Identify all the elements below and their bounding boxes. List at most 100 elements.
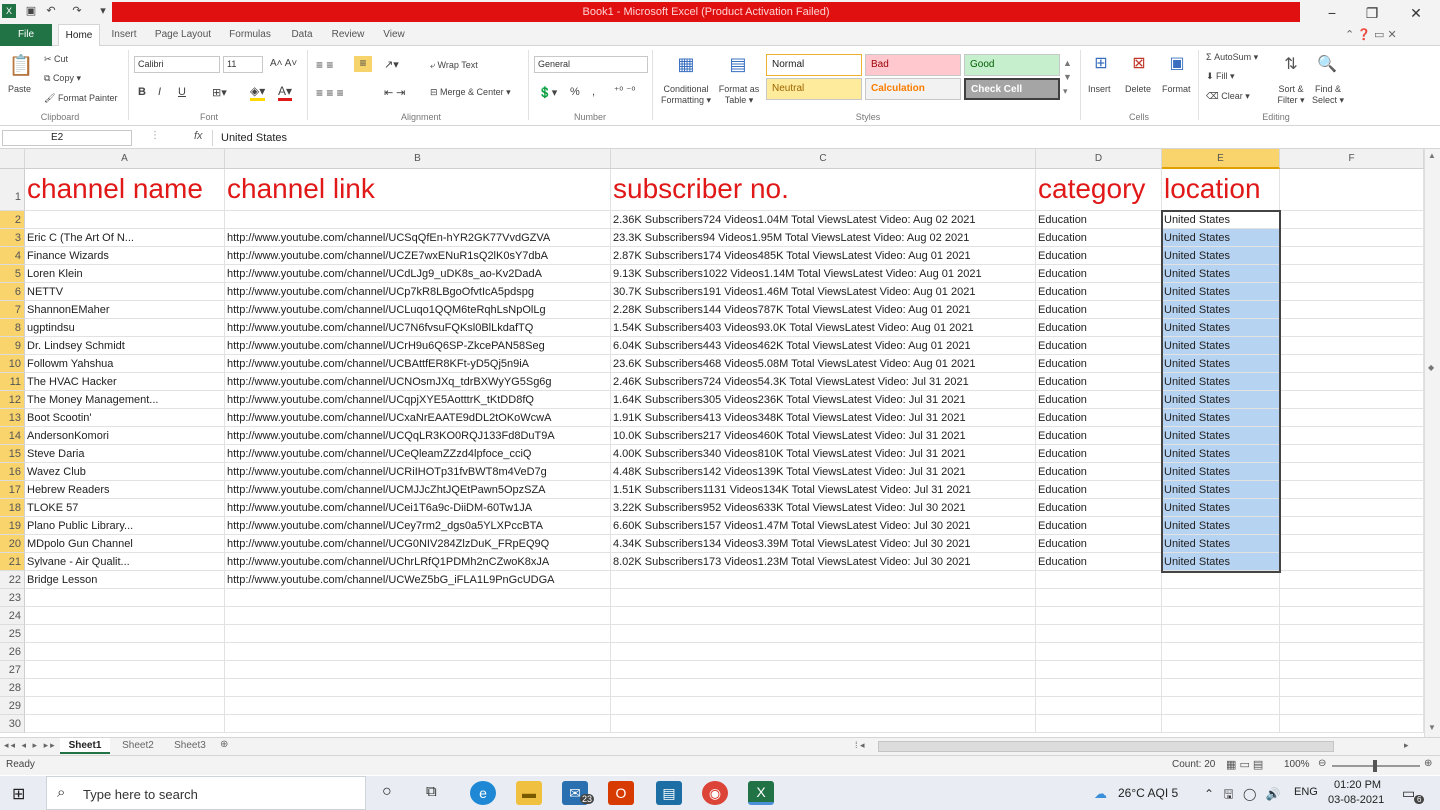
cell-c[interactable] [611,571,1036,589]
cell-a[interactable]: AndersonKomori [25,427,225,445]
conditional-formatting-button[interactable]: Conditional Formatting ▾ [658,84,714,106]
grid-cell[interactable] [1280,607,1424,625]
formula-input[interactable]: United States [212,130,1438,146]
grid-cell[interactable] [1280,247,1424,265]
cell-d[interactable]: Education [1036,499,1162,517]
cell-c[interactable]: 2.28K Subscribers144 Videos787K Total Vi… [611,301,1036,319]
cell-c[interactable]: 4.48K Subscribers142 Videos139K Total Vi… [611,463,1036,481]
header-location[interactable]: location [1162,169,1280,211]
cell-e[interactable]: United States [1162,445,1280,463]
cell-d[interactable]: Education [1036,319,1162,337]
task-view-icon[interactable]: ⧉ [426,783,437,800]
grid-cell[interactable] [1036,589,1162,607]
cell-e[interactable]: United States [1162,247,1280,265]
styles-scroll-icons[interactable]: ▲ ▼ ▾ [1063,56,1072,98]
cell-e[interactable]: United States [1162,211,1280,229]
cell-e[interactable]: United States [1162,499,1280,517]
restore-button[interactable]: ❐ [1354,2,1390,24]
scroll-up-icon[interactable]: ▲ [1428,151,1436,160]
grid-cell[interactable] [611,697,1036,715]
row-header[interactable]: 7 [0,301,25,319]
row-header[interactable]: 27 [0,661,25,679]
fill-color-icon[interactable]: ◈▾ [250,84,266,101]
grid-cell[interactable] [1280,553,1424,571]
grid-cell[interactable] [225,625,611,643]
row-header[interactable]: 26 [0,643,25,661]
borders-icon[interactable]: ⊞▾ [212,86,227,99]
cell-e[interactable]: United States [1162,535,1280,553]
grid-cell[interactable] [611,679,1036,697]
cell-c[interactable]: 6.04K Subscribers443 Videos462K Total Vi… [611,337,1036,355]
row-header[interactable]: 11 [0,373,25,391]
cell-b[interactable]: http://www.youtube.com/channel/UCQqLR3KO… [225,427,611,445]
hscroll-split-icon[interactable]: ⁞ ◂ [855,740,865,751]
cell-c[interactable]: 3.22K Subscribers952 Videos633K Total Vi… [611,499,1036,517]
file-explorer-icon[interactable]: ▬ [516,781,542,805]
cell-a[interactable]: Eric C (The Art Of N... [25,229,225,247]
grid-cell[interactable] [1162,607,1280,625]
horizontal-align-icons[interactable]: ≡ ≡ ≡ [316,86,344,100]
edge-icon[interactable]: e [470,781,496,805]
name-box[interactable]: E2 [2,130,132,146]
header-category[interactable]: category [1036,169,1162,211]
grid-cell[interactable] [1280,355,1424,373]
grid-cell[interactable] [1036,661,1162,679]
cell-b[interactable]: http://www.youtube.com/channel/UCRiIHOTp… [225,463,611,481]
cell-a[interactable]: ShannonEMaher [25,301,225,319]
orientation-icon[interactable]: ↗▾ [384,58,399,71]
grid-cell[interactable] [611,625,1036,643]
cell-a[interactable]: Bridge Lesson [25,571,225,589]
grid-cell[interactable] [225,589,611,607]
cell-e[interactable]: United States [1162,355,1280,373]
find-select-button[interactable]: Find & Select ▾ [1310,84,1346,106]
insert-function-icon[interactable]: fx [194,130,203,142]
cell-d[interactable]: Education [1036,535,1162,553]
grid-cell[interactable] [1280,445,1424,463]
grid-cell[interactable] [1280,517,1424,535]
cell-b[interactable]: http://www.youtube.com/channel/UCei1T6a9… [225,499,611,517]
cell-c[interactable]: 9.13K Subscribers1022 Videos1.14M Total … [611,265,1036,283]
cell-c[interactable]: 8.02K Subscribers173 Videos1.23M Total V… [611,553,1036,571]
clear-button[interactable]: ⌫ Clear ▾ [1206,91,1250,102]
grid-cell[interactable] [1162,679,1280,697]
vertical-align-icons[interactable]: ≡ ≡ [316,58,333,72]
cell-c[interactable]: 10.0K Subscribers217 Videos460K Total Vi… [611,427,1036,445]
column-header-d[interactable]: D [1036,149,1162,169]
cell-c[interactable]: 23.6K Subscribers468 Videos5.08M Total V… [611,355,1036,373]
format-cells-button[interactable]: Format [1162,84,1191,94]
grid-cell[interactable] [1280,391,1424,409]
cell-e[interactable]: United States [1162,229,1280,247]
cell-b[interactable]: http://www.youtube.com/channel/UCNOsmJXq… [225,373,611,391]
view-mode-icons[interactable]: ▦ ▭ ▤ [1226,758,1263,771]
grid-cell[interactable] [1036,697,1162,715]
cell-e[interactable]: United States [1162,409,1280,427]
align-bottom-icon[interactable]: ≡ [354,56,372,72]
row-header[interactable]: 3 [0,229,25,247]
copy-button[interactable]: ⧉ Copy ▾ [44,73,81,84]
row-header[interactable]: 5 [0,265,25,283]
cortana-icon[interactable]: ○ [382,783,392,801]
cell-d[interactable]: Education [1036,409,1162,427]
new-sheet-icon[interactable]: ⊕ [220,739,228,750]
cell-d[interactable]: Education [1036,463,1162,481]
cell-a[interactable]: Boot Scootin' [25,409,225,427]
cell-b[interactable]: http://www.youtube.com/channel/UCLuqo1QQ… [225,301,611,319]
cell-e[interactable]: United States [1162,463,1280,481]
row-header[interactable]: 10 [0,355,25,373]
format-as-table-button[interactable]: Format as Table ▾ [716,84,762,106]
style-calculation[interactable]: Calculation [865,78,961,100]
cell-b[interactable]: http://www.youtube.com/channel/UCG0NIV28… [225,535,611,553]
row-header[interactable]: 9 [0,337,25,355]
cell-d[interactable]: Education [1036,265,1162,283]
clock-time[interactable]: 01:20 PM [1334,779,1381,791]
paste-button[interactable]: Paste [8,84,31,94]
grid-cell[interactable] [225,715,611,733]
cell-d[interactable]: Education [1036,517,1162,535]
cell-b[interactable]: http://www.youtube.com/channel/UCMJJcZht… [225,481,611,499]
select-all-corner[interactable] [0,149,25,169]
grid-cell[interactable] [225,661,611,679]
scroll-thumb[interactable]: ◆ [1428,363,1438,373]
row-header[interactable]: 20 [0,535,25,553]
row-header[interactable]: 29 [0,697,25,715]
scroll-down-icon[interactable]: ▼ [1428,723,1436,732]
